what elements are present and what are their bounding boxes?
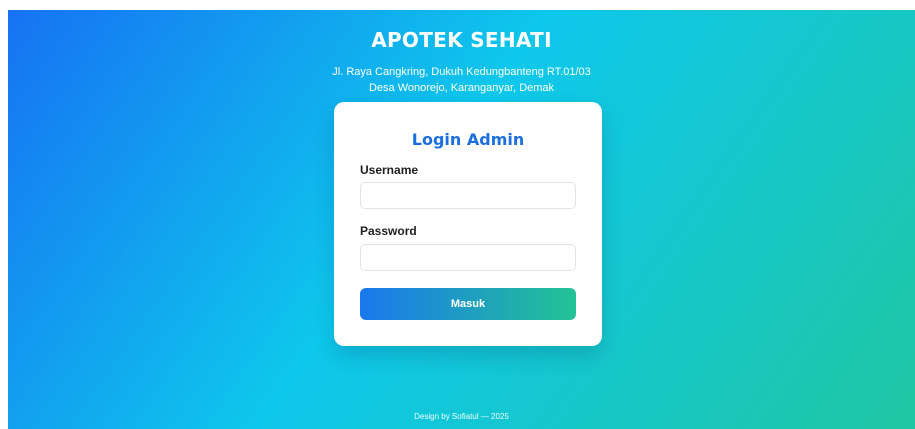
login-submit-button[interactable]: Masuk [360, 288, 576, 320]
footer-credit: Design by Sofiatul — 2025 [414, 412, 509, 421]
username-input[interactable] [360, 182, 576, 209]
login-card: Login Admin Username Password Masuk [334, 102, 602, 346]
address-line-2: Desa Wonorejo, Karanganyar, Demak [368, 82, 555, 94]
password-label: Password [360, 224, 417, 238]
brand-title: APOTEK SEHATI [371, 28, 552, 52]
login-page-background: APOTEK SEHATI Jl. Raya Cangkring, Dukuh … [8, 10, 915, 429]
username-label: Username [360, 163, 419, 177]
login-title: Login Admin [411, 130, 525, 149]
address-line-1: Jl. Raya Cangkring, Dukuh Kedungbanteng … [332, 66, 591, 78]
password-input[interactable] [360, 244, 576, 271]
